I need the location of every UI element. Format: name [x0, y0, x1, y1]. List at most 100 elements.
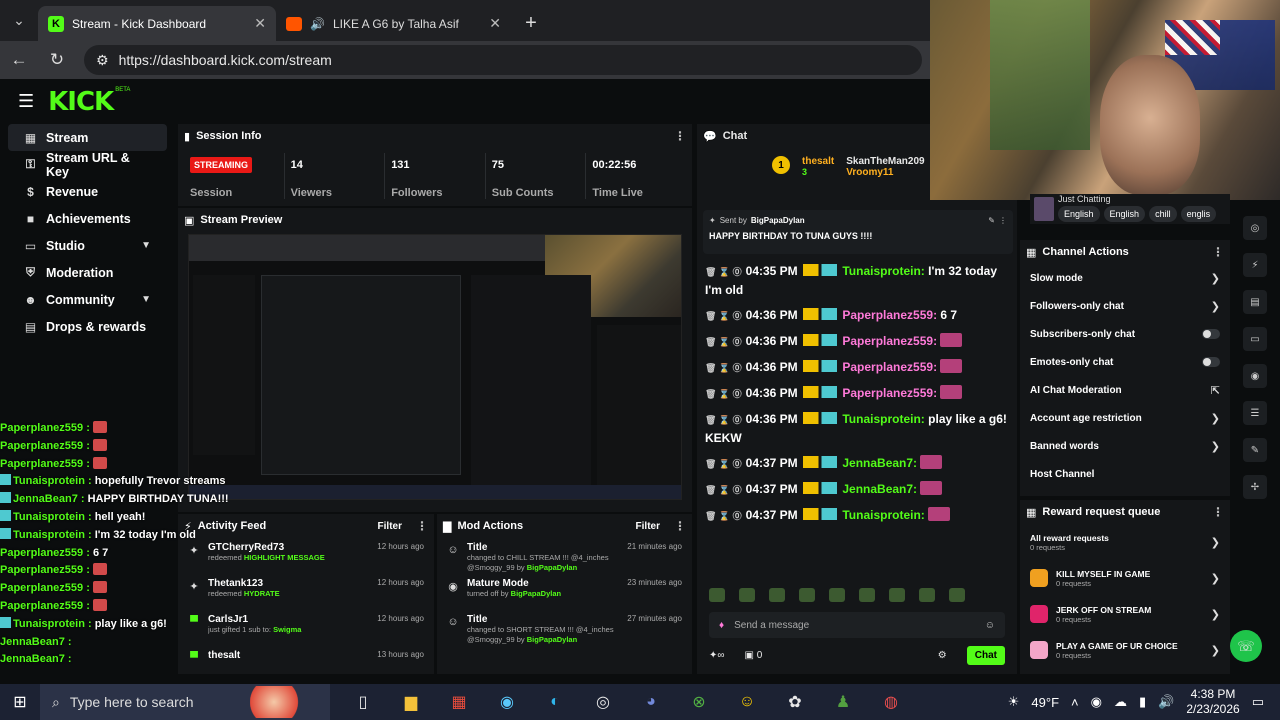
emote-button[interactable]: [739, 588, 755, 602]
chat-message[interactable]: 🗑 ⌛ ⓪ 04:37 PM Tunaisprotein:: [705, 506, 1010, 525]
chat-message[interactable]: 🗑 ⌛ ⓪ 04:37 PM JennaBean7:: [705, 454, 1010, 473]
message-user[interactable]: Paperplanez559:: [842, 386, 937, 400]
task-view-icon[interactable]: ▯: [348, 687, 378, 717]
plugin-icon[interactable]: ✢: [1243, 475, 1267, 499]
server-icon[interactable]: ☰: [1243, 401, 1267, 425]
moderation-icons[interactable]: 🗑 ⌛ ⓪: [705, 311, 742, 321]
edge-icon[interactable]: ◐: [540, 687, 570, 717]
broadcast-icon[interactable]: ◉: [1243, 364, 1267, 388]
more-options-icon[interactable]: ⋮: [1212, 245, 1224, 259]
support-chat-icon[interactable]: ☏: [1230, 630, 1262, 662]
emote-picker-icon[interactable]: ♦: [719, 620, 724, 631]
xbox-icon[interactable]: ⊗: [684, 687, 714, 717]
reward-item[interactable]: PLAY A GAME OF UR CHOICE 0 requests ❯: [1020, 632, 1230, 668]
more-options-icon[interactable]: ⋮: [674, 129, 686, 143]
document-icon[interactable]: ▤: [1243, 290, 1267, 314]
start-button[interactable]: ⊞: [0, 692, 40, 712]
message-user[interactable]: JennaBean7:: [842, 482, 917, 496]
more-options-icon[interactable]: ⋮: [416, 519, 428, 533]
tag-chip[interactable]: chill: [1149, 206, 1177, 222]
moderation-icons[interactable]: 🗑 ⌛ ⓪: [705, 389, 742, 399]
message-user[interactable]: Paperplanez559:: [842, 360, 937, 374]
sidebar-item-revenue[interactable]: $ Revenue: [8, 178, 167, 205]
reload-icon[interactable]: ↻: [46, 50, 68, 70]
chat-input[interactable]: ♦ Send a message ☺: [709, 612, 1005, 638]
moderation-icons[interactable]: 🗑 ⌛ ⓪: [705, 415, 742, 425]
moderation-icons[interactable]: 🗑 ⌛ ⓪: [705, 363, 742, 373]
pinned-message[interactable]: ✦ Sent by BigPapaDylan ✎ ⋮ HAPPY BIRTHDAY TO…: [703, 210, 1013, 254]
emote-button[interactable]: [919, 588, 935, 602]
close-tab-icon[interactable]: ✕: [489, 15, 501, 32]
channel-action-banned-words[interactable]: Banned words ❯: [1020, 432, 1230, 460]
channel-action-slow-mode[interactable]: Slow mode ❯: [1020, 264, 1230, 292]
chat-message[interactable]: 🗑 ⌛ ⓪ 04:36 PM Tunaisprotein: play like a…: [705, 410, 1010, 447]
reward-item[interactable]: JERK OFF ON STREAM 0 requests ❯: [1020, 596, 1230, 632]
new-tab-button[interactable]: +: [511, 6, 551, 41]
emote-button[interactable]: [829, 588, 845, 602]
tray-chevron-icon[interactable]: ˄: [1071, 695, 1079, 710]
message-user[interactable]: Tunaisprotein:: [842, 508, 924, 522]
sidebar-item-moderation[interactable]: ⛨ Moderation: [8, 259, 167, 286]
top-gifter-item[interactable]: SkanTheMan209 Vroomy11: [846, 156, 924, 178]
settings-gear-icon[interactable]: ⚙: [938, 650, 947, 661]
message-icon[interactable]: ▭: [1243, 327, 1267, 351]
tag-chip[interactable]: English: [1103, 206, 1146, 222]
emote-button[interactable]: [799, 588, 815, 602]
chess-icon[interactable]: ♟: [828, 687, 858, 717]
store-icon[interactable]: ▦: [444, 687, 474, 717]
emote-button[interactable]: [889, 588, 905, 602]
volume-icon[interactable]: 🔊: [1158, 694, 1174, 710]
more-options-icon[interactable]: ⋮: [999, 216, 1007, 225]
steam-icon[interactable]: ◉: [492, 687, 522, 717]
speaker-icon[interactable]: 🔊: [310, 17, 325, 31]
moderation-icons[interactable]: 🗑 ⌛ ⓪: [705, 459, 742, 469]
app-icon[interactable]: ✿: [780, 687, 810, 717]
message-user[interactable]: Tunaisprotein:: [842, 264, 924, 278]
chat-message[interactable]: 🗑 ⌛ ⓪ 04:36 PM Paperplanez559:: [705, 384, 1010, 403]
bolt-icon[interactable]: ⚡: [1243, 253, 1267, 277]
sidebar-item-achievements[interactable]: ■ Achievements: [8, 205, 167, 232]
tag-chip[interactable]: English: [1058, 206, 1100, 222]
menu-icon[interactable]: ☰: [18, 91, 34, 112]
battery-icon[interactable]: ▮: [1139, 694, 1146, 710]
moderation-icons[interactable]: 🗑 ⌛ ⓪: [705, 511, 742, 521]
target-icon[interactable]: ◎: [1243, 216, 1267, 240]
url-field[interactable]: ⚙ https://dashboard.kick.com/stream: [84, 45, 922, 75]
top-gifter-item[interactable]: thesalt 3: [802, 156, 834, 178]
file-explorer-icon[interactable]: ▆: [396, 687, 426, 717]
site-info-icon[interactable]: ⚙: [96, 52, 109, 69]
discord-icon[interactable]: ◕: [636, 687, 666, 717]
sidebar-item-stream[interactable]: ▦ Stream: [8, 124, 167, 151]
clock[interactable]: 4:38 PM 2/23/2026: [1186, 687, 1239, 717]
more-options-icon[interactable]: ⋮: [674, 519, 686, 533]
stream-preview-video[interactable]: [188, 234, 682, 500]
sidebar-item-studio[interactable]: ▭ Studio ▼: [8, 232, 167, 259]
obs-icon[interactable]: ◎: [588, 687, 618, 717]
emote-button[interactable]: [709, 588, 725, 602]
weather-temp[interactable]: 49°F: [1031, 695, 1059, 710]
back-arrow-icon[interactable]: ←: [8, 50, 30, 70]
smiley-icon[interactable]: ☺: [985, 620, 995, 631]
filter-button[interactable]: Filter: [378, 521, 402, 532]
channel-action-ai-moderation[interactable]: AI Chat Moderation ⇱: [1020, 376, 1230, 404]
tab-search-dropdown[interactable]: ⌄: [0, 0, 38, 41]
channel-action-followers-only[interactable]: Followers-only chat ❯: [1020, 292, 1230, 320]
moderation-icons[interactable]: 🗑 ⌛ ⓪: [705, 337, 742, 347]
tray-icon[interactable]: ◉: [1091, 694, 1102, 710]
subscribers-only-toggle[interactable]: [1202, 329, 1220, 339]
moderation-icons[interactable]: 🗑 ⌛ ⓪: [705, 267, 742, 277]
pin-icon[interactable]: ✎: [988, 216, 995, 225]
message-user[interactable]: Tunaisprotein:: [842, 412, 924, 426]
filter-button[interactable]: Filter: [636, 521, 660, 532]
chat-message[interactable]: 🗑 ⌛ ⓪ 04:36 PM Paperplanez559:: [705, 332, 1010, 351]
more-options-icon[interactable]: ⋮: [1212, 505, 1224, 519]
chat-message[interactable]: 🗑 ⌛ ⓪ 04:35 PM Tunaisprotein: I'm 32 toda…: [705, 262, 1010, 299]
message-user[interactable]: Paperplanez559:: [842, 308, 937, 322]
channel-action-host-channel[interactable]: Host Channel: [1020, 460, 1230, 488]
close-tab-icon[interactable]: ✕: [254, 15, 266, 32]
sidebar-item-community[interactable]: ☻ Community ▼: [8, 286, 167, 313]
notifications-icon[interactable]: ▭: [1252, 694, 1264, 710]
message-user[interactable]: Paperplanez559:: [842, 334, 937, 348]
app-icon[interactable]: ◍: [876, 687, 906, 717]
kick-logo[interactable]: KICK: [48, 87, 114, 117]
